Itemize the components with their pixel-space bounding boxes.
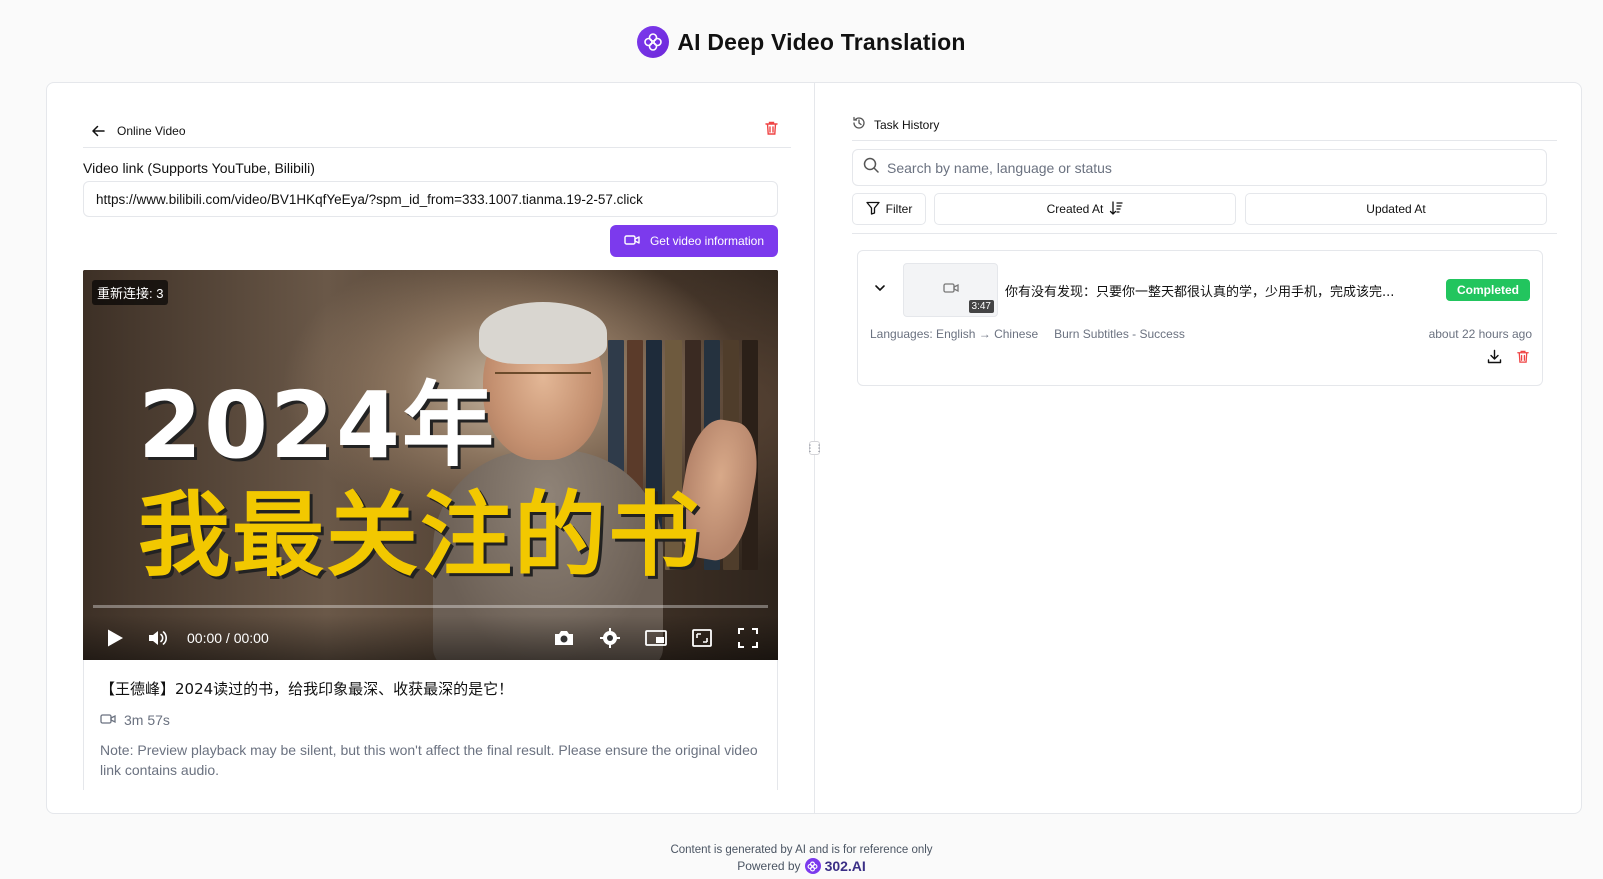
arrow-left-icon[interactable] [87,120,109,142]
brand-logo-icon [804,858,821,874]
sort-descending-icon [1109,200,1123,218]
task-languages: Languages: English → Chinese [870,327,1039,341]
trash-icon[interactable] [764,120,779,141]
video-camera-icon [942,281,959,299]
task-title: 你有没有发现：只要你一整天都很认真的学，少用手机，完成该完... [1005,285,1395,300]
preview-note: Note: Preview playback may be silent, bu… [100,742,758,778]
video-link-label: Video link (Supports YouTube, Bilibili) [83,160,315,176]
settings-gear-icon[interactable] [596,624,624,652]
updated-at-label: Updated At [1366,202,1426,216]
powered-by-label: Powered by [737,859,801,873]
video-title: 【王德峰】2024读过的书，给我印象最深、收获最深的是它！ [100,680,514,698]
get-video-info-label: Get video information [649,234,765,248]
download-icon[interactable] [1487,349,1502,369]
task-history-label: Task History [874,118,940,132]
video-camera-icon [100,712,116,728]
divider [852,233,1557,234]
search-input[interactable] [887,159,1527,176]
progress-bar[interactable] [93,605,768,608]
brand-name-link[interactable]: 302.AI [825,858,866,874]
video-overlay-year: 2024年 [138,372,497,479]
online-video-header: Online Video [83,114,791,148]
task-meta: Languages: English → Chinese Burn Subtit… [870,327,1532,341]
get-video-info-button[interactable]: Get video information [610,225,778,257]
screenshot-camera-icon[interactable] [550,624,578,652]
task-thumbnail: 3:47 [903,263,998,317]
fullscreen-icon[interactable] [734,624,762,652]
video-camera-icon [624,234,640,249]
picture-in-picture-icon[interactable] [642,624,670,652]
video-overlay-title: 我最关注的书 [138,482,703,589]
created-at-label: Created At [1046,202,1104,216]
playback-time: 00:00 / 00:00 [187,629,269,646]
task-operation: Burn Subtitles - Success [1054,327,1185,341]
task-actions [1487,349,1530,369]
player-controls: 00:00 / 00:00 [83,615,778,660]
task-time-ago: about 22 hours ago [1428,327,1532,341]
volume-icon[interactable] [145,624,173,652]
filter-label: Filter [885,202,913,216]
app-title: AI Deep Video Translation [677,28,966,55]
video-duration: 3m 57s [100,712,170,728]
duration-text: 3m 57s [124,712,170,728]
webfullscreen-icon[interactable] [688,624,716,652]
filter-icon [866,201,880,218]
status-badge: Completed [1445,279,1530,301]
history-icon [852,116,866,135]
video-info-box: 【王德峰】2024读过的书，给我印象最深、收获最深的是它！ 3m 57s Not… [83,660,778,790]
sort-updated-at-button[interactable]: Updated At [1245,193,1547,225]
filter-button[interactable]: Filter [852,193,926,225]
reconnect-badge: 重新连接: 3 [92,280,169,305]
video-player[interactable]: 2024年 我最关注的书 重新连接: 3 00:00 / 00:00 [83,270,778,660]
footer-disclaimer: Content is generated by AI and is for re… [670,844,933,856]
app-header: AI Deep Video Translation [0,26,1603,58]
sort-created-at-button[interactable]: Created At [934,193,1236,225]
video-link-input[interactable] [83,181,778,217]
flower-logo-icon [637,26,670,58]
online-video-label: Online Video [117,123,186,138]
footer-powered: Powered by 302.AI [0,858,1603,874]
resize-handle-icon[interactable]: ⋮⋮ [806,441,824,455]
search-icon [863,157,879,178]
task-history-header: Task History [852,110,1557,141]
thumbnail-duration: 3:47 [968,300,994,313]
task-item[interactable]: 3:47 你有没有发现：只要你一整天都很认真的学，少用手机，完成该完... Co… [857,250,1543,386]
play-icon[interactable] [101,624,129,652]
chevron-down-icon[interactable] [874,281,886,299]
trash-icon[interactable] [1516,349,1530,369]
task-search[interactable] [852,149,1547,186]
